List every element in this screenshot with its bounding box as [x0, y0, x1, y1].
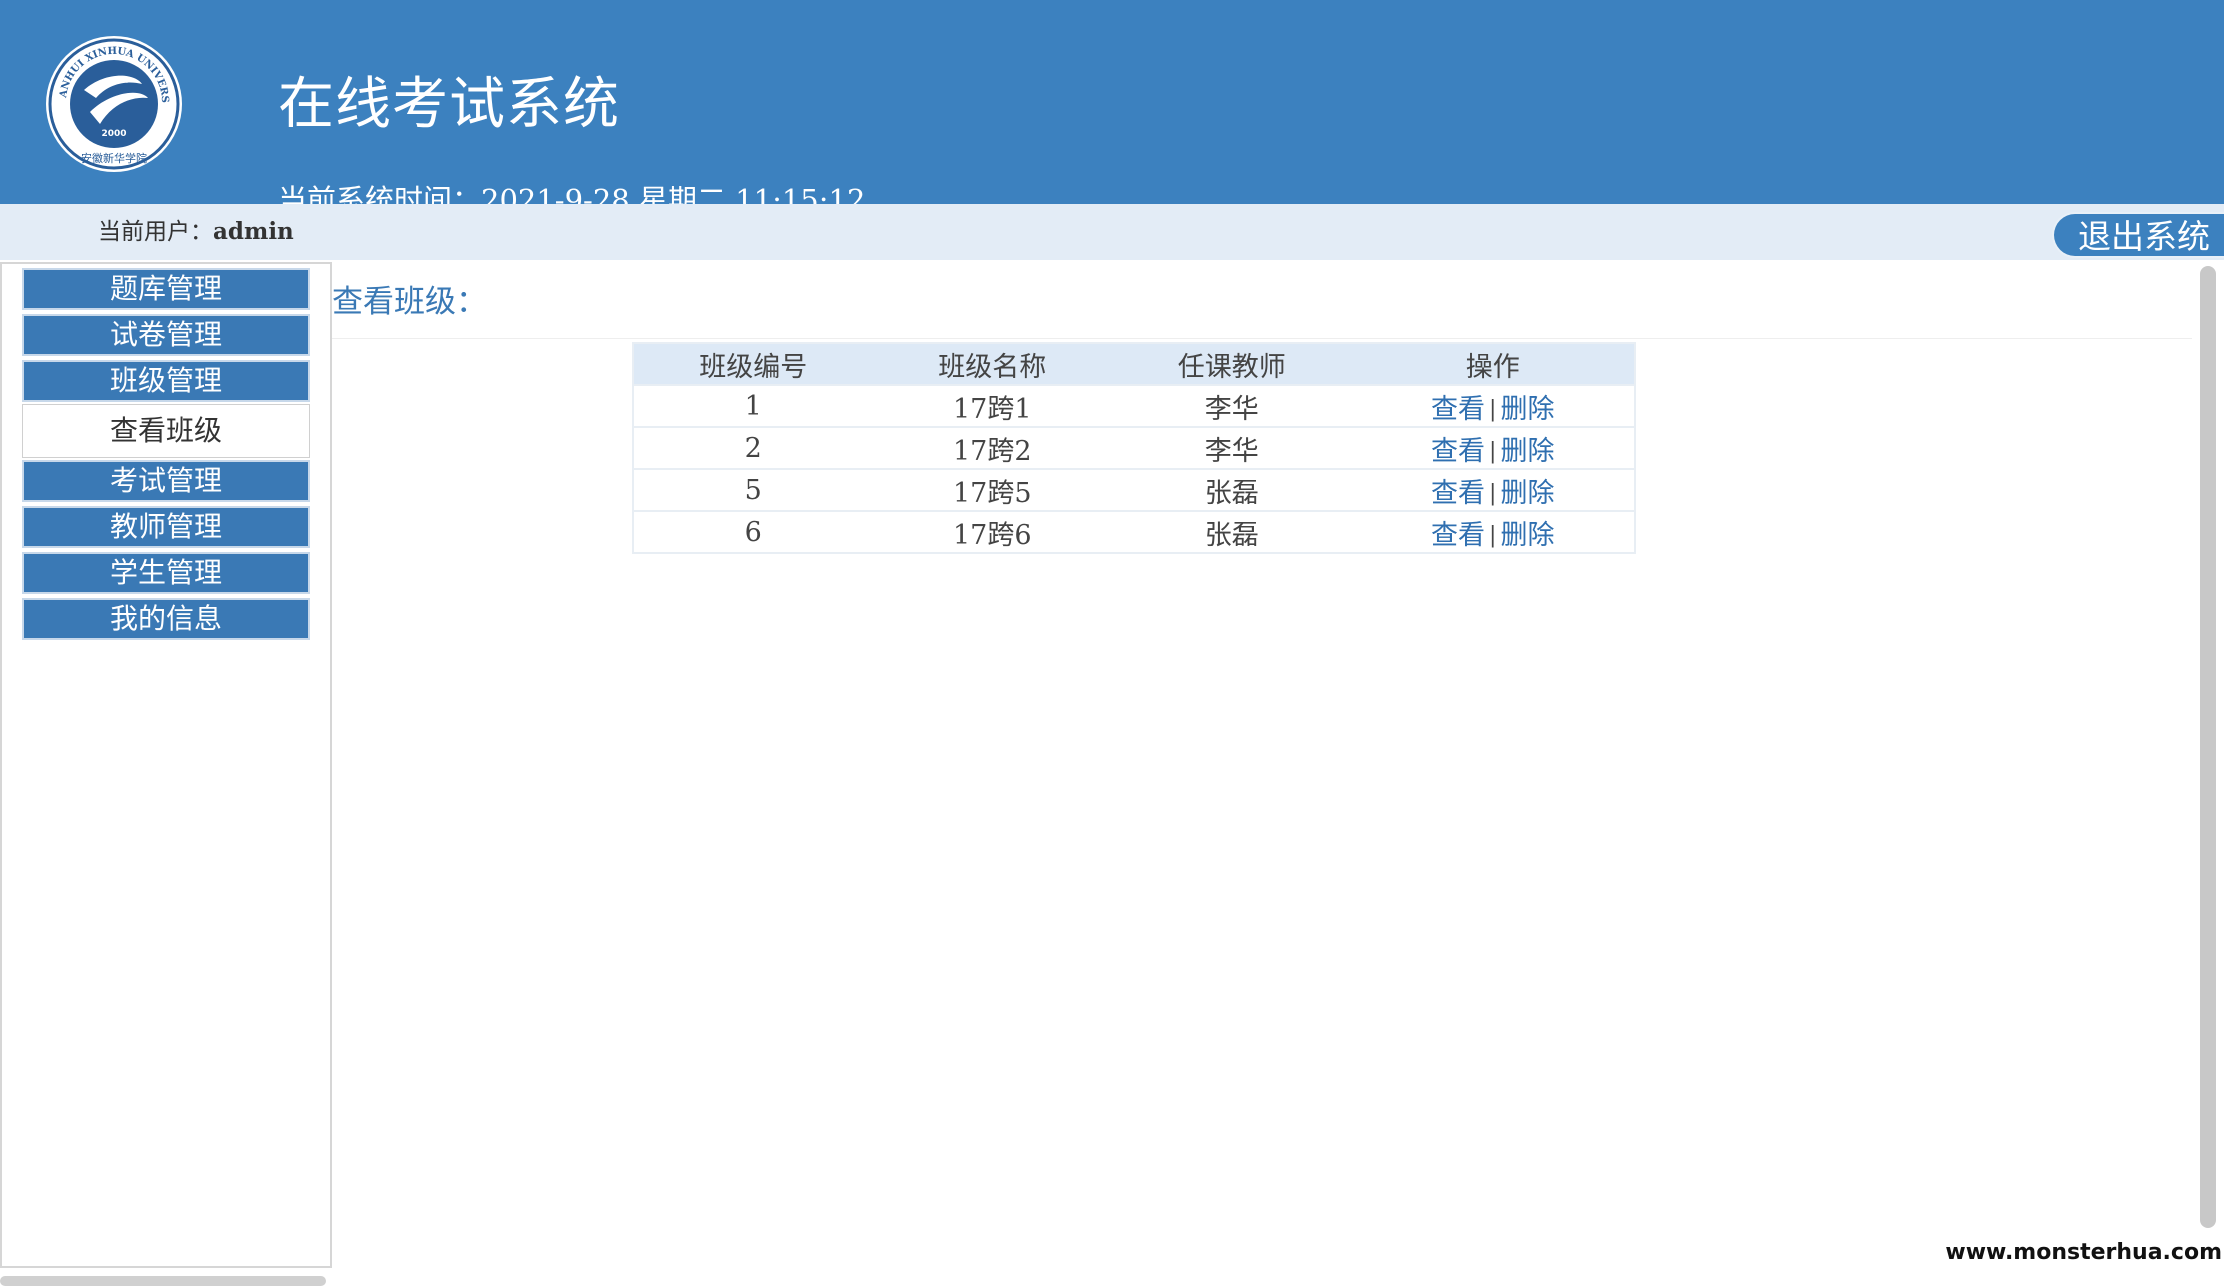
column-header-class-name: 班级名称: [872, 343, 1113, 385]
table-row: 1 17跨1 李华 查看 | 删除: [633, 384, 1635, 427]
view-link[interactable]: 查看: [1431, 436, 1485, 467]
cell-class-id: 2: [633, 426, 873, 469]
cell-teacher: 张磊: [1112, 468, 1352, 511]
sidebar-item-question-bank[interactable]: 题库管理: [22, 268, 310, 310]
system-title: 在线考试系统: [278, 72, 620, 137]
view-link[interactable]: 查看: [1431, 394, 1485, 425]
cell-class-id: 1: [633, 384, 873, 427]
cell-actions: 查看 | 删除: [1351, 426, 1635, 469]
user-bar: 当前用户：admin 退出系统: [0, 204, 2224, 260]
sidebar: 题库管理 试卷管理 班级管理 查看班级 考试管理 教师管理 学生管理 我的信息: [0, 262, 332, 1268]
column-header-class-id: 班级编号: [633, 343, 873, 385]
cell-class-id: 5: [633, 468, 873, 511]
university-logo-icon: ANHUI XINHUA UNIVERSITY 2000 安徽新华学院: [44, 32, 182, 172]
sidebar-item-teachers[interactable]: 教师管理: [22, 506, 310, 548]
cell-actions: 查看 | 删除: [1351, 384, 1635, 427]
main-scrollbar[interactable]: [2200, 266, 2216, 1228]
table-row: 5 17跨5 张磊 查看 | 删除: [633, 468, 1635, 511]
title-divider: [332, 338, 2192, 339]
class-table: 班级编号 班级名称 任课教师 操作 1 17跨1 李华 查看 | 删除 2 17跨2…: [632, 342, 1636, 554]
sidebar-item-papers[interactable]: 试卷管理: [22, 314, 310, 356]
delete-link[interactable]: 删除: [1500, 478, 1554, 509]
action-separator: |: [1489, 480, 1497, 506]
sidebar-scrollbar[interactable]: [0, 1276, 326, 1286]
table-row: 6 17跨6 张磊 查看 | 删除: [633, 510, 1635, 553]
cell-teacher: 张磊: [1112, 510, 1352, 553]
sidebar-item-exams[interactable]: 考试管理: [22, 460, 310, 502]
current-user-label: 当前用户：: [98, 219, 213, 245]
sidebar-item-students[interactable]: 学生管理: [22, 552, 310, 594]
page-title: 查看班级：: [332, 284, 487, 320]
sidebar-item-classes[interactable]: 班级管理: [22, 360, 310, 402]
cell-teacher: 李华: [1112, 384, 1352, 427]
logo-cn-name: 安徽新华学院: [81, 151, 147, 165]
cell-actions: 查看 | 删除: [1351, 510, 1635, 553]
cell-class-name: 17跨5: [872, 468, 1113, 511]
sidebar-subitem-view-classes[interactable]: 查看班级: [22, 404, 310, 458]
cell-class-id: 6: [633, 510, 873, 553]
main-content: 查看班级： 班级编号 班级名称 任课教师 操作 1 17跨1 李华 查看 | 删除 …: [332, 262, 2192, 1286]
logo-year: 2000: [101, 129, 126, 139]
sidebar-item-my-info[interactable]: 我的信息: [22, 598, 310, 640]
cell-class-name: 17跨1: [872, 384, 1113, 427]
cell-class-name: 17跨2: [872, 426, 1113, 469]
delete-link[interactable]: 删除: [1500, 436, 1554, 467]
table-row: 2 17跨2 李华 查看 | 删除: [633, 426, 1635, 469]
header: ANHUI XINHUA UNIVERSITY 2000 安徽新华学院 在线考试…: [0, 0, 2224, 204]
cell-class-name: 17跨6: [872, 510, 1113, 553]
column-header-actions: 操作: [1351, 343, 1635, 385]
view-link[interactable]: 查看: [1431, 520, 1485, 551]
action-separator: |: [1489, 438, 1497, 464]
column-header-teacher: 任课教师: [1112, 343, 1352, 385]
current-user-name: admin: [213, 218, 294, 245]
system-time: 当前系统时间：2021-9-28 星期二 11:15:12: [278, 183, 866, 204]
current-user: 当前用户：admin: [98, 214, 294, 250]
view-link[interactable]: 查看: [1431, 478, 1485, 509]
table-header-row: 班级编号 班级名称 任课教师 操作: [633, 343, 1635, 385]
action-separator: |: [1489, 396, 1497, 422]
action-separator: |: [1489, 522, 1497, 548]
watermark: www.monsterhua.com: [1945, 1240, 2222, 1265]
logout-button[interactable]: 退出系统: [2052, 212, 2224, 258]
cell-teacher: 李华: [1112, 426, 1352, 469]
cell-actions: 查看 | 删除: [1351, 468, 1635, 511]
delete-link[interactable]: 删除: [1500, 520, 1554, 551]
delete-link[interactable]: 删除: [1500, 394, 1554, 425]
